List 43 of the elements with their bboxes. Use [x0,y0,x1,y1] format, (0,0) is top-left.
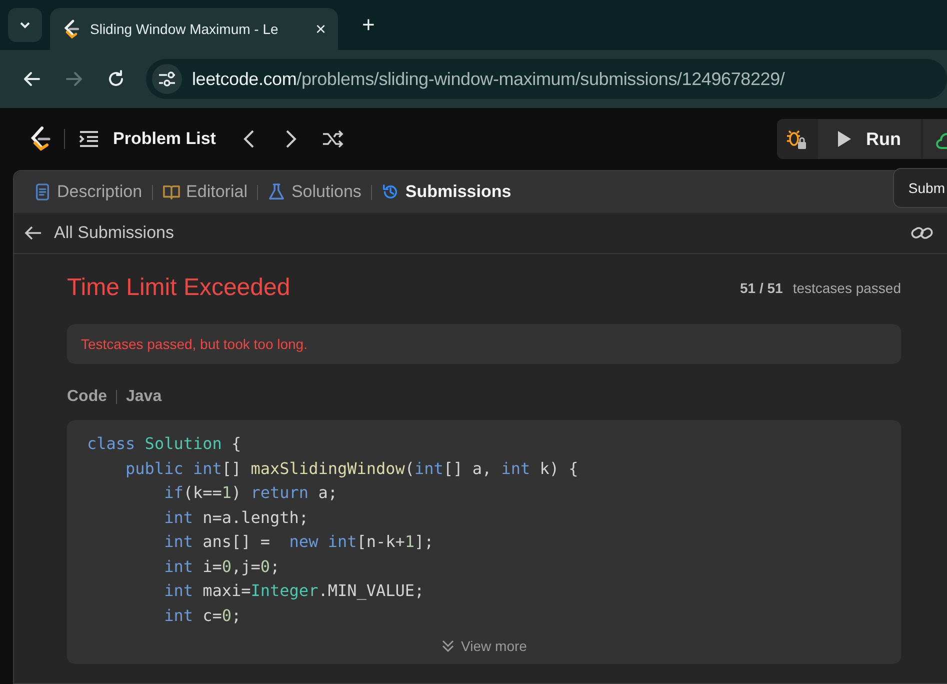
reload-icon [106,69,126,89]
passed-count: 51 / 51 [740,280,783,296]
panel-tab[interactable]: Submissions [378,182,516,202]
close-tab-button[interactable]: × [313,18,328,40]
address-bar[interactable]: leetcode.com/problems/sliding-window-maximum/submissions/1249678229/ [146,59,947,99]
language-label: Java [126,387,162,407]
history-icon [382,183,400,201]
document-icon [34,183,51,201]
result-status: Time Limit Exceeded [67,273,290,303]
shuffle-button[interactable] [322,130,344,148]
book-icon [163,183,180,201]
passed-label: testcases passed [792,280,901,296]
problem-list-button[interactable]: Problem List [79,129,216,149]
tooltip: Subm [893,168,947,208]
previous-button[interactable] [242,129,256,149]
run-button[interactable]: Run [818,119,921,159]
leetcode-logo-icon[interactable] [28,125,52,153]
list-icon [79,130,99,148]
arrow-right-icon [64,69,84,89]
new-tab-button[interactable]: + [356,11,381,39]
url-text: leetcode.com/problems/sliding-window-maximum/submissions/1249678229/ [192,68,785,90]
arrow-left-icon [22,69,42,89]
leetcode-logo-icon [62,19,80,39]
double-chevron-down-icon [441,639,456,653]
view-more-button[interactable]: View more [437,636,531,656]
code-text: class Solution { public int[] maxSlidingWindow(int[] a, int k) { if(k==1) return a; int n=a.length; int ans[] = new int[n-k+1]; int i=0,j=0; int maxi=Integer.MIN_VALUE; int c=0; [87,433,580,626]
all-submissions-button[interactable]: All Submissions [24,223,174,243]
tab-title: Sliding Window Maximum - Le [90,21,280,37]
link-icon[interactable] [911,224,933,242]
play-icon [836,130,852,148]
panel-tab[interactable]: Editorial [159,182,252,202]
browser-tab[interactable]: Sliding Window Maximum - Le × [50,8,338,50]
arrow-left-icon [24,225,42,241]
bug-lock-icon [786,128,808,150]
panel-tab[interactable]: Description [30,182,146,202]
code-label: Code [67,387,107,407]
panel-tab[interactable]: Solutions [264,182,366,202]
next-button[interactable] [284,129,298,149]
tab-list-button[interactable] [8,8,42,42]
submit-button[interactable] [923,119,947,159]
flask-icon [268,183,286,201]
site-settings-icon[interactable] [158,71,176,87]
error-message: Testcases passed, but took too long. [67,324,901,364]
